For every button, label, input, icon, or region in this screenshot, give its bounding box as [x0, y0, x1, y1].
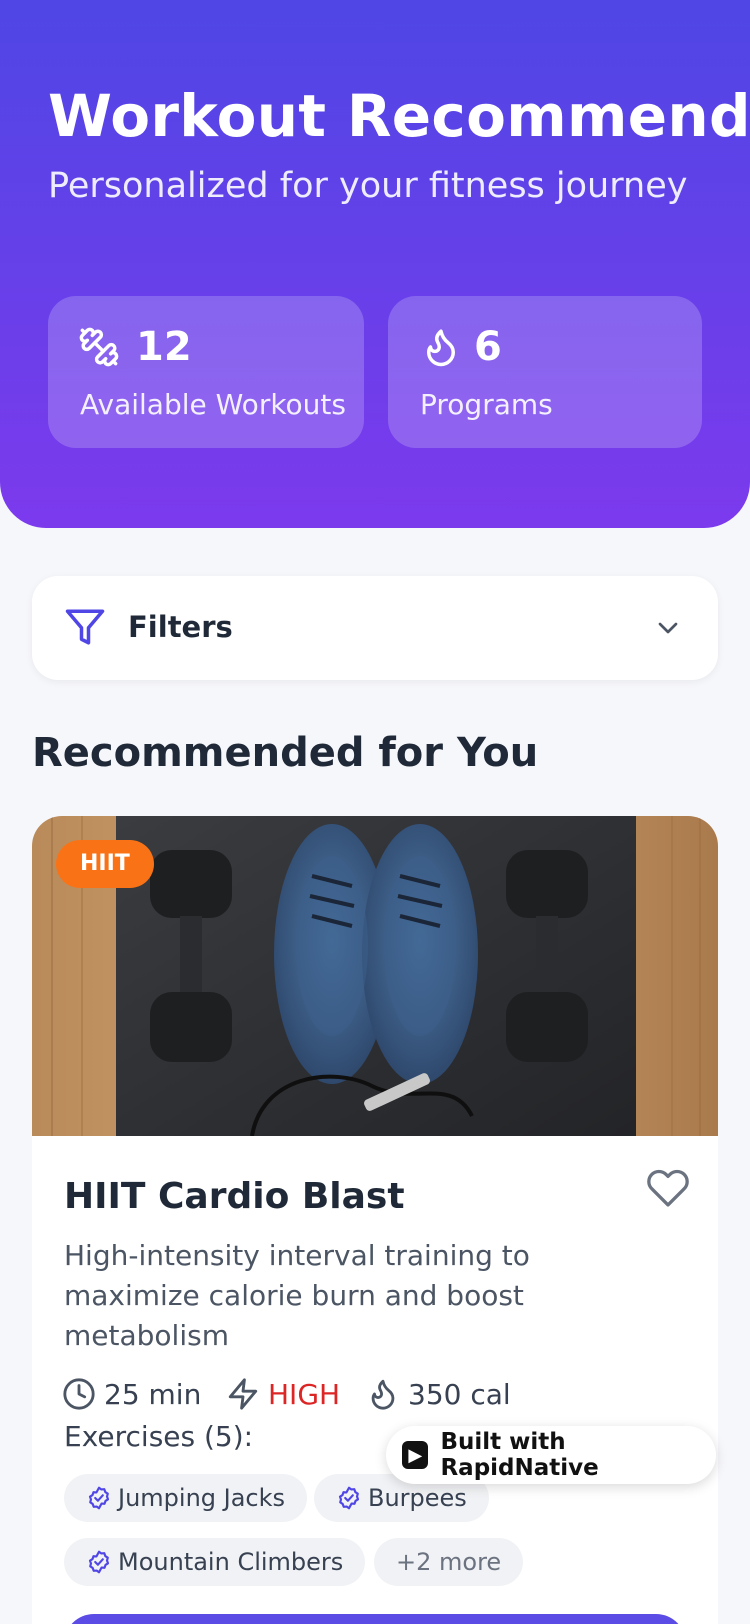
chevron-down-icon — [658, 622, 678, 634]
stat-card-programs: 6 Programs — [388, 296, 702, 448]
intensity: HIGH — [226, 1374, 340, 1414]
screen: Workout Recommendations Personalized for… — [0, 0, 750, 1624]
built-with-label: Built with RapidNative — [440, 1429, 599, 1481]
stat-value: 12 — [136, 324, 192, 370]
workout-card[interactable]: HIIT HIIT Cardio Blast High-intensity in… — [32, 816, 718, 1624]
heart-icon[interactable] — [646, 1166, 690, 1210]
exercise-chip: Jumping Jacks — [64, 1474, 308, 1522]
exercises-label: Exercises (5): — [64, 1420, 254, 1453]
calories: 350 cal — [366, 1374, 511, 1414]
duration: 25 min — [62, 1374, 201, 1414]
calories-text: 350 cal — [408, 1377, 511, 1411]
clock-icon — [63, 1378, 95, 1410]
rapidnative-logo-icon: ▶ — [402, 1441, 429, 1469]
filters-toggle[interactable]: Filters — [32, 576, 718, 680]
flame-icon — [427, 329, 455, 367]
category-badge: HIIT — [56, 840, 154, 888]
more-exercises-chip: +2 more — [374, 1538, 524, 1586]
stat-value: 6 — [474, 324, 502, 370]
check-circle-icon — [88, 1486, 110, 1510]
stat-label: Programs — [420, 388, 553, 421]
page-subtitle: Personalized for your fitness journey — [48, 166, 688, 206]
section-title: Recommended for You — [32, 730, 539, 776]
header: Workout Recommendations Personalized for… — [0, 0, 750, 528]
workout-title: HIIT Cardio Blast — [64, 1176, 405, 1217]
intensity-text: HIGH — [268, 1377, 341, 1411]
built-with-badge[interactable]: ▶ Built with RapidNative — [386, 1426, 716, 1484]
check-circle-icon — [338, 1486, 360, 1510]
duration-text: 25 min — [104, 1377, 202, 1411]
flame-icon — [371, 1379, 395, 1410]
dumbbell-icon — [79, 327, 119, 367]
check-circle-icon — [88, 1550, 110, 1574]
exercise-name: Burpees — [368, 1484, 467, 1512]
workout-description: High-intensity interval training to maxi… — [64, 1239, 530, 1352]
exercise-name: Jumping Jacks — [118, 1484, 286, 1512]
filters-label: Filters — [128, 610, 233, 644]
stat-card-workouts: 12 Available Workouts — [48, 296, 364, 448]
start-workout-button[interactable] — [64, 1614, 686, 1624]
lightning-icon — [228, 1378, 258, 1410]
stat-label: Available Workouts — [80, 388, 346, 421]
page-title: Workout Recommendations — [48, 82, 750, 150]
exercise-chip: Mountain Climbers — [64, 1538, 366, 1586]
exercise-name: Mountain Climbers — [118, 1548, 344, 1576]
filter-icon — [65, 609, 105, 645]
